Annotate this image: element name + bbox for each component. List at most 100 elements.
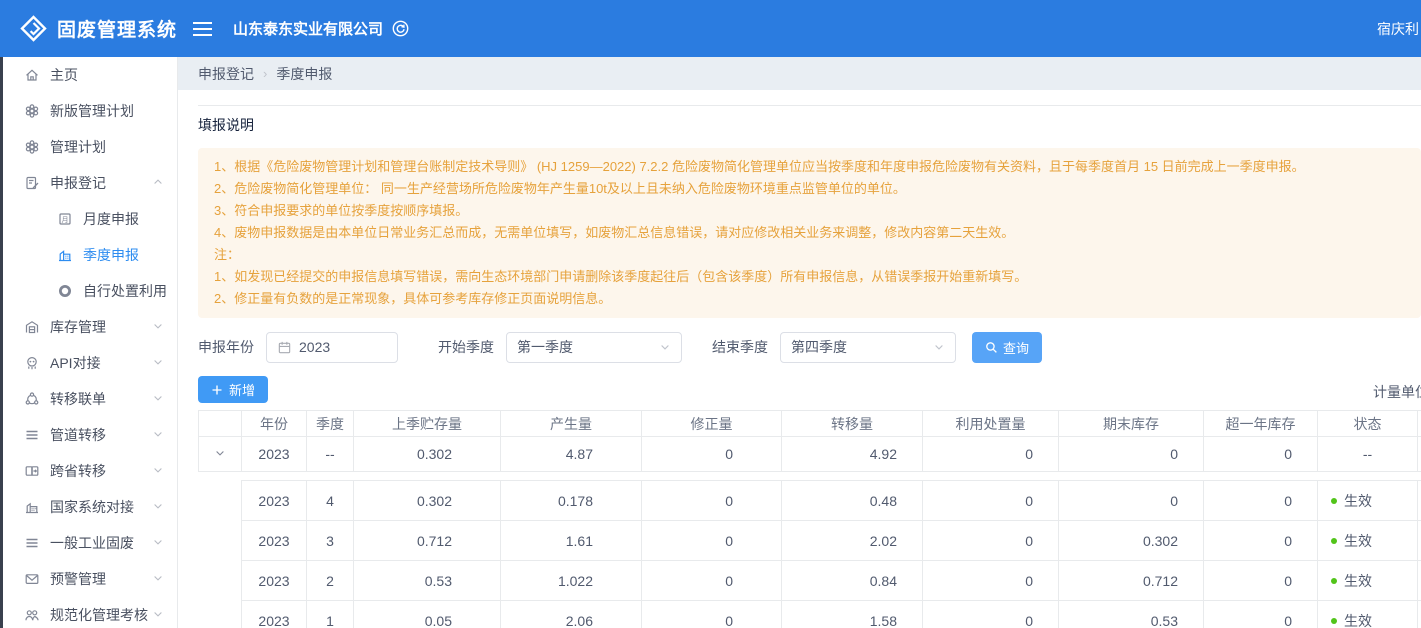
- year-cell: 2023: [242, 481, 307, 521]
- chevron-down-icon: [152, 356, 164, 368]
- sidebar-item-declaration[interactable]: 申报登记: [3, 165, 177, 201]
- year-value: 2023: [299, 339, 330, 355]
- quarterly-report-icon: [57, 247, 73, 263]
- table-summary-body: 2023--0.3024.8704.92000--: [199, 437, 1421, 472]
- overflow-cell: [1418, 437, 1421, 472]
- monthly-report-icon: 月: [57, 211, 73, 227]
- instruction-line: 2、危险废物简化管理单位： 同一生产经营场所危险废物年产生量10t及以上且未纳入…: [214, 178, 1405, 200]
- value-cell: 1.022: [501, 561, 642, 601]
- chevron-down-icon: [933, 341, 945, 353]
- sidebar-item-alert[interactable]: 预警管理: [3, 561, 177, 597]
- status-label: 生效: [1344, 613, 1372, 628]
- breadcrumb-item-quarterly[interactable]: 季度申报: [276, 64, 332, 84]
- status-cell: 生效: [1318, 481, 1418, 521]
- sidebar-item-quarterly-report[interactable]: 季度申报: [3, 237, 177, 273]
- breadcrumb: 申报登记 › 季度申报: [178, 57, 1421, 90]
- value-cell: 0: [923, 437, 1059, 472]
- value-cell: 0: [642, 481, 782, 521]
- chevron-down-icon: [152, 500, 164, 512]
- column-header: 超一年库存: [1204, 411, 1318, 437]
- sidebar-item-new-plan[interactable]: 新版管理计划: [3, 93, 177, 129]
- sidebar-item-label: 预警管理: [50, 569, 106, 589]
- sidebar-item-label: 一般工业固废: [50, 533, 134, 553]
- year-label: 申报年份: [198, 337, 254, 357]
- filter-row: 申报年份 2023 开始季度 第一季度 结束季度 第四季度: [198, 331, 1421, 363]
- value-cell: 0: [923, 561, 1059, 601]
- quarter-cell: 3: [307, 521, 354, 561]
- chevron-down-icon: [152, 464, 164, 476]
- sidebar-item-cross-province[interactable]: 跨省转移: [3, 453, 177, 489]
- sidebar-item-self-disposal[interactable]: 自行处置利用: [3, 273, 177, 309]
- sidebar-item-api[interactable]: API对接: [3, 345, 177, 381]
- sidebar-item-monthly-report[interactable]: 月月度申报: [3, 201, 177, 237]
- sidebar-item-label: 季度申报: [83, 245, 139, 265]
- quarter-detail-table: 202340.3020.17800.48000生效202330.7121.610…: [241, 480, 1421, 628]
- quarter-cell: 2: [307, 561, 354, 601]
- year-input[interactable]: 2023: [266, 332, 398, 363]
- plus-icon: [211, 384, 223, 396]
- table-row: 202320.531.02200.8400.7120生效: [242, 561, 1421, 601]
- sidebar-item-label: 国家系统对接: [50, 497, 134, 517]
- sidebar-item-label: 转移联单: [50, 389, 106, 409]
- table-row: 202310.052.0601.5800.530生效: [242, 601, 1421, 628]
- top-header: 固废管理系统 山东泰东实业有限公司 宿庆利: [0, 0, 1421, 57]
- value-cell: 0.178: [501, 481, 642, 521]
- chevron-down-icon: [152, 428, 164, 440]
- sidebar-item-label: API对接: [50, 353, 101, 373]
- content-panel: 填报说明 1、根据《危险废物管理计划和管理台账制定技术导则》 (HJ 1259—…: [178, 90, 1421, 628]
- start-quarter-label: 开始季度: [438, 337, 494, 357]
- value-cell: 1.61: [501, 521, 642, 561]
- user-name[interactable]: 宿庆利: [1377, 19, 1421, 39]
- overflow-cell: [1418, 561, 1421, 601]
- value-cell: 0.302: [354, 437, 501, 472]
- main-area: 申报登记 › 季度申报 填报说明 1、根据《危险废物管理计划和管理台账制定技术导…: [178, 0, 1421, 628]
- value-cell: 0: [1059, 437, 1204, 472]
- value-cell: 0.302: [1059, 521, 1204, 561]
- plan-icon: [24, 139, 40, 155]
- value-cell: 0.05: [354, 601, 501, 628]
- refresh-icon[interactable]: [392, 20, 409, 37]
- inventory-icon: [24, 319, 40, 335]
- quarterly-report-table: 年份季度上季贮存量产生量修正量转移量利用处置量期末库存超一年库存状态 2023 -…: [198, 410, 1421, 472]
- menu-toggle-icon[interactable]: [192, 21, 213, 37]
- end-quarter-select[interactable]: 第四季度: [780, 332, 956, 363]
- sidebar-item-label: 库存管理: [50, 317, 106, 337]
- column-header: 期末库存: [1059, 411, 1204, 437]
- year-cell: 2023: [242, 437, 307, 472]
- sidebar-item-transfer-manifest[interactable]: 转移联单: [3, 381, 177, 417]
- value-cell: 0: [642, 561, 782, 601]
- end-quarter-value: 第四季度: [791, 337, 847, 357]
- chevron-down-icon: [152, 320, 164, 332]
- table-header-row: 年份季度上季贮存量产生量修正量转移量利用处置量期末库存超一年库存状态: [199, 411, 1421, 437]
- sidebar-item-pipeline-transfer[interactable]: 管道转移: [3, 417, 177, 453]
- year-cell: 2023: [242, 561, 307, 601]
- instruction-line: 1、根据《危险废物管理计划和管理台账制定技术导则》 (HJ 1259—2022)…: [214, 156, 1405, 178]
- sidebar-item-general-waste[interactable]: 一般工业固废: [3, 525, 177, 561]
- expand-row-icon[interactable]: [199, 437, 242, 472]
- alert-icon: [24, 571, 40, 587]
- sidebar-item-label: 规范化管理考核: [50, 605, 148, 625]
- column-header: [1418, 411, 1421, 437]
- breadcrumb-separator-icon: ›: [263, 66, 267, 81]
- breadcrumb-item-declaration[interactable]: 申报登记: [198, 64, 254, 84]
- sidebar-item-inventory[interactable]: 库存管理: [3, 309, 177, 345]
- value-cell: 0.302: [354, 481, 501, 521]
- sidebar-item-label: 申报登记: [50, 173, 106, 193]
- sidebar-item-plan[interactable]: 管理计划: [3, 129, 177, 165]
- sidebar-item-home[interactable]: 主页: [3, 57, 177, 93]
- status-label: 生效: [1344, 493, 1372, 509]
- status-cell: --: [1318, 437, 1418, 472]
- start-quarter-select[interactable]: 第一季度: [506, 332, 682, 363]
- search-button[interactable]: 查询: [972, 332, 1042, 363]
- status-label: 生效: [1344, 533, 1372, 549]
- value-cell: 0.712: [354, 521, 501, 561]
- status-dot-icon: [1331, 578, 1337, 584]
- add-button[interactable]: 新增: [198, 376, 268, 403]
- overflow-cell: [1418, 481, 1421, 521]
- sidebar-item-assessment[interactable]: 规范化管理考核: [3, 597, 177, 628]
- instructions-title: 填报说明: [198, 115, 1421, 135]
- status-dot-icon: [1331, 538, 1337, 544]
- column-header: [199, 411, 242, 437]
- sidebar-item-national-system[interactable]: 国家系统对接: [3, 489, 177, 525]
- summary-row: 2023--0.3024.8704.92000--: [199, 437, 1421, 472]
